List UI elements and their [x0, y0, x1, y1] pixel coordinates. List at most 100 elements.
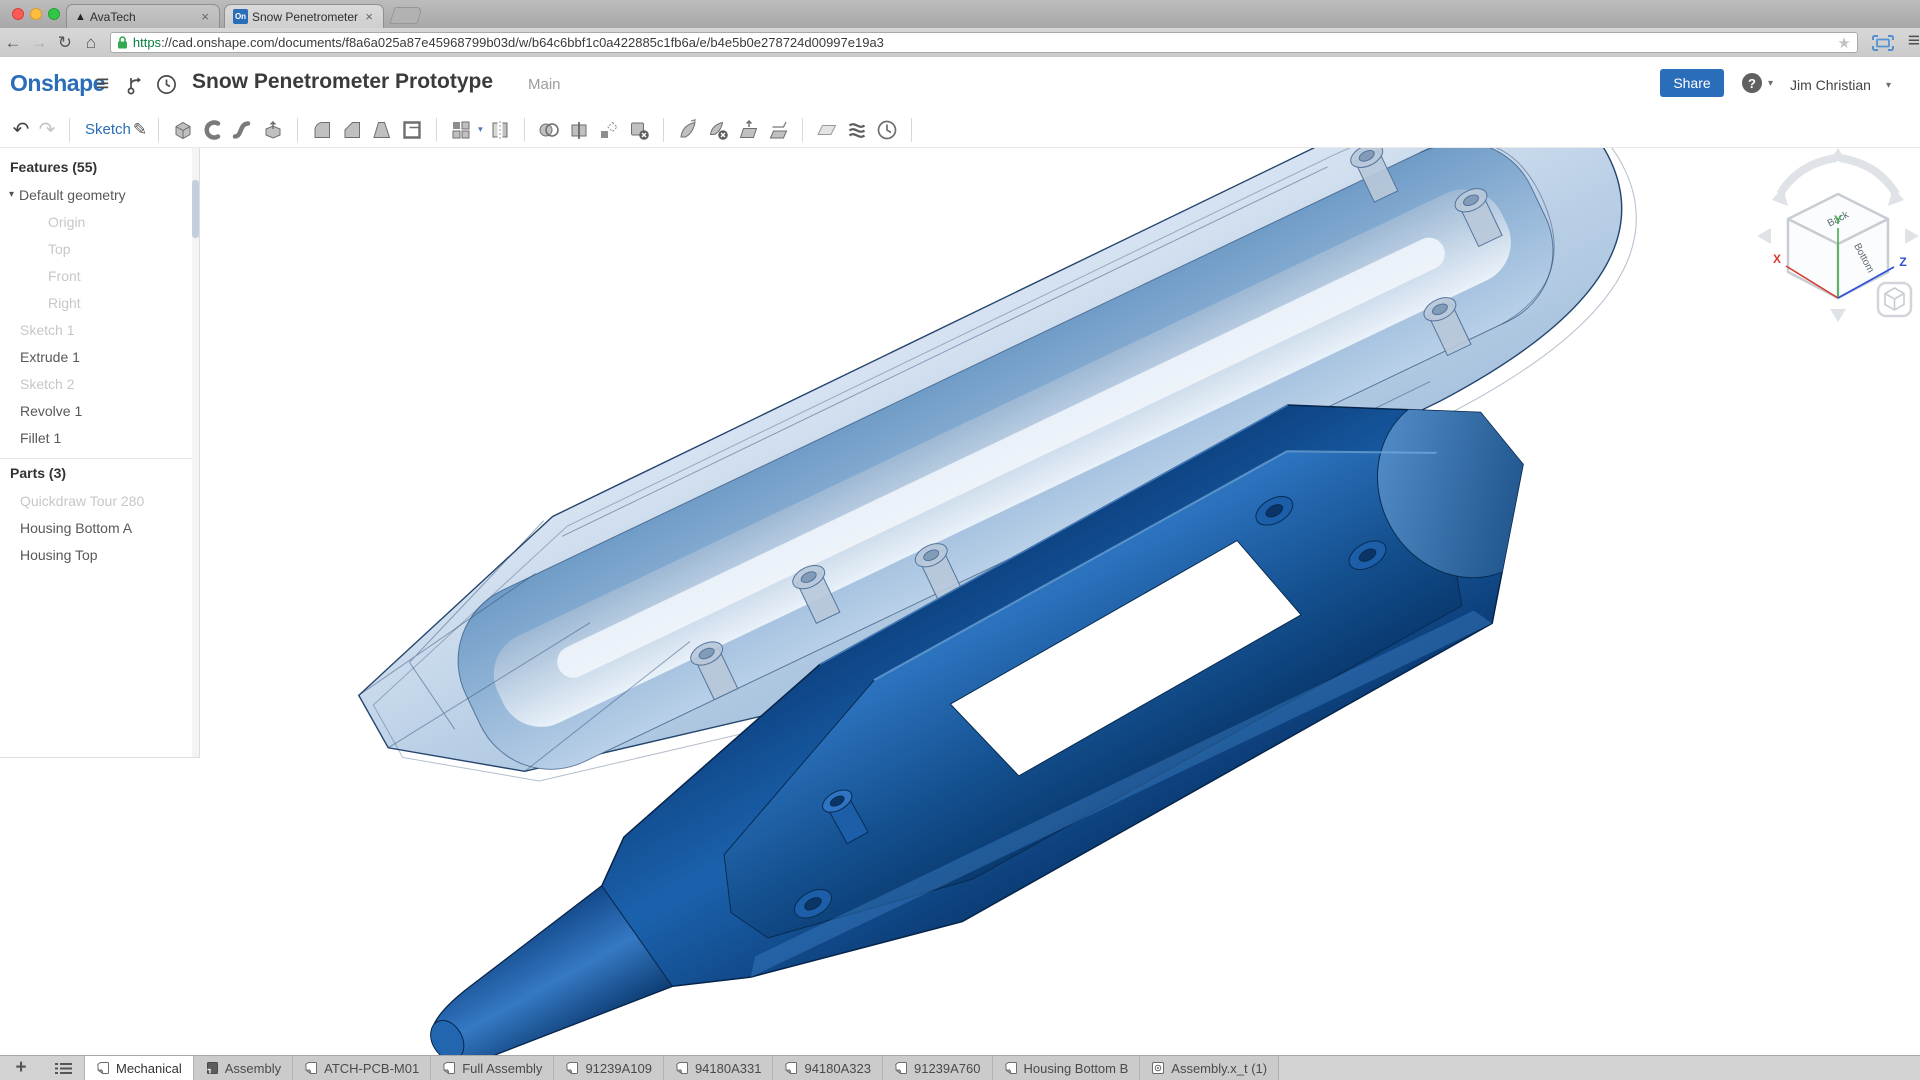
home-button[interactable]: ⌂: [78, 33, 104, 53]
document-menu-icon[interactable]: ≡: [96, 70, 109, 97]
element-tab-94180a323[interactable]: 94180A323: [773, 1056, 883, 1080]
shell-icon[interactable]: [400, 118, 424, 142]
element-tab-assembly[interactable]: Assembly: [194, 1056, 293, 1080]
feature-item-front[interactable]: Front: [0, 262, 199, 289]
history-clock-icon[interactable]: [875, 118, 899, 142]
chamfer-icon[interactable]: [340, 118, 364, 142]
element-tab-91239a760[interactable]: 91239A760: [883, 1056, 993, 1080]
revolve-icon[interactable]: [201, 118, 225, 142]
bookmark-star-icon[interactable]: ★: [1837, 34, 1850, 52]
feature-label: Right: [48, 295, 81, 311]
new-tab-button[interactable]: [389, 7, 423, 24]
feature-item-fillet-1[interactable]: Fillet 1: [0, 424, 199, 451]
extrude-icon[interactable]: [171, 118, 195, 142]
sketch-pencil-icon[interactable]: ✎: [133, 120, 147, 140]
undo-button[interactable]: ↶: [8, 117, 34, 142]
feature-item-top[interactable]: Top: [0, 235, 199, 262]
tab-label: 94180A323: [804, 1061, 871, 1076]
browser-tab-onshape[interactable]: On Snow Penetrometer Protot ×: [224, 4, 384, 28]
transform-icon[interactable]: [597, 118, 621, 142]
feature-label: Sketch 2: [20, 376, 74, 392]
window-minimize-button[interactable]: [30, 8, 42, 20]
element-tab-housing-bottom-b[interactable]: Housing Bottom B: [993, 1056, 1141, 1080]
browser-tab-avatech[interactable]: ▲ AvaTech ×: [66, 4, 220, 28]
part-label: Housing Top: [20, 547, 98, 563]
element-tab-mechanical[interactable]: Mechanical: [84, 1056, 194, 1080]
part-studio-icon: [304, 1061, 318, 1075]
tab-list-button[interactable]: [42, 1056, 84, 1080]
helix-icon[interactable]: [845, 118, 869, 142]
redo-button[interactable]: ↷: [34, 117, 60, 142]
tab-label: Assembly.x_t (1): [1171, 1061, 1267, 1076]
address-bar[interactable]: https://cad.onshape.com/documents/f8a6a0…: [110, 32, 1858, 53]
pattern-caret-icon[interactable]: ▾: [478, 124, 483, 135]
feature-item-default-geometry[interactable]: ▾ Default geometry: [0, 181, 199, 208]
feature-label: Sketch 1: [20, 322, 74, 338]
model-viewport[interactable]: Back Bottom X Y Z: [0, 148, 1920, 1055]
element-tab-assembly-xt[interactable]: Assembly.x_t (1): [1140, 1056, 1279, 1080]
element-tab-full-assembly[interactable]: Full Assembly: [431, 1056, 554, 1080]
part-item-housing-top[interactable]: Housing Top: [0, 541, 199, 568]
feature-item-extrude-1[interactable]: Extrude 1: [0, 343, 199, 370]
add-tab-button[interactable]: +: [0, 1056, 42, 1080]
mirror-icon[interactable]: [488, 118, 512, 142]
presentation-mode-icon[interactable]: [1872, 35, 1894, 51]
feature-item-sketch-2[interactable]: Sketch 2: [0, 370, 199, 397]
feature-label: Extrude 1: [20, 349, 80, 365]
workspace-name[interactable]: Main: [528, 76, 561, 93]
share-button[interactable]: Share: [1660, 69, 1724, 97]
part-studio-icon: [675, 1061, 689, 1075]
replace-face-icon[interactable]: [766, 118, 790, 142]
history-icon[interactable]: [156, 74, 177, 95]
versions-branch-icon[interactable]: [126, 74, 146, 96]
help-icon[interactable]: ?: [1742, 73, 1762, 93]
onshape-favicon-icon: On: [233, 9, 248, 24]
onshape-logo[interactable]: Onshape: [10, 70, 105, 97]
isometric-view-button[interactable]: [1878, 283, 1911, 316]
document-title: Snow Penetrometer Prototype: [192, 70, 493, 94]
split-icon[interactable]: [567, 118, 591, 142]
help-caret-icon[interactable]: ▾: [1768, 78, 1773, 89]
boolean-icon[interactable]: [537, 118, 561, 142]
modify-fillet-icon[interactable]: [676, 118, 700, 142]
chevron-down-icon[interactable]: ▾: [9, 189, 14, 200]
delete-face-icon[interactable]: [706, 118, 730, 142]
linear-pattern-icon[interactable]: [449, 118, 473, 142]
move-face-icon[interactable]: [736, 118, 760, 142]
sketch-button[interactable]: Sketch: [85, 121, 131, 138]
user-menu[interactable]: Jim Christian: [1790, 77, 1871, 93]
tab-close-icon[interactable]: ×: [363, 9, 375, 24]
forward-button[interactable]: →: [26, 33, 52, 53]
user-caret-icon[interactable]: ▾: [1886, 80, 1891, 91]
feature-item-revolve-1[interactable]: Revolve 1: [0, 397, 199, 424]
features-title: Features (55): [0, 148, 199, 181]
scrollbar-thumb[interactable]: [192, 180, 199, 238]
back-button[interactable]: ←: [0, 33, 26, 53]
chrome-menu-icon[interactable]: ≡: [1908, 29, 1920, 53]
feature-label: Revolve 1: [20, 403, 82, 419]
tab-close-icon[interactable]: ×: [199, 9, 211, 24]
reload-button[interactable]: ↻: [52, 33, 78, 53]
loft-icon[interactable]: [261, 118, 285, 142]
draft-icon[interactable]: [370, 118, 394, 142]
window-close-button[interactable]: [12, 8, 24, 20]
element-tab-94180a331[interactable]: 94180A331: [664, 1056, 774, 1080]
window-zoom-button[interactable]: [48, 8, 60, 20]
part-item-quickdraw-tour-280[interactable]: Quickdraw Tour 280: [0, 487, 199, 514]
feature-label: Front: [48, 268, 81, 284]
element-tab-atch-pcb-m01[interactable]: ATCH-PCB-M01: [293, 1056, 431, 1080]
part-studio-icon: [565, 1061, 579, 1075]
feature-item-origin[interactable]: Origin: [0, 208, 199, 235]
imported-file-icon: [1151, 1061, 1165, 1075]
fillet-icon[interactable]: [310, 118, 334, 142]
sweep-icon[interactable]: [231, 118, 255, 142]
element-tab-91239a109[interactable]: 91239A109: [554, 1056, 664, 1080]
plane-icon[interactable]: [815, 118, 839, 142]
view-cube[interactable]: Back Bottom X Y Z: [1757, 148, 1919, 322]
svg-text:X: X: [1773, 252, 1781, 266]
delete-part-icon[interactable]: [627, 118, 651, 142]
part-item-housing-bottom-a[interactable]: Housing Bottom A: [0, 514, 199, 541]
features-scrollbar[interactable]: [192, 148, 199, 757]
feature-item-sketch-1[interactable]: Sketch 1: [0, 316, 199, 343]
feature-item-right[interactable]: Right: [0, 289, 199, 316]
